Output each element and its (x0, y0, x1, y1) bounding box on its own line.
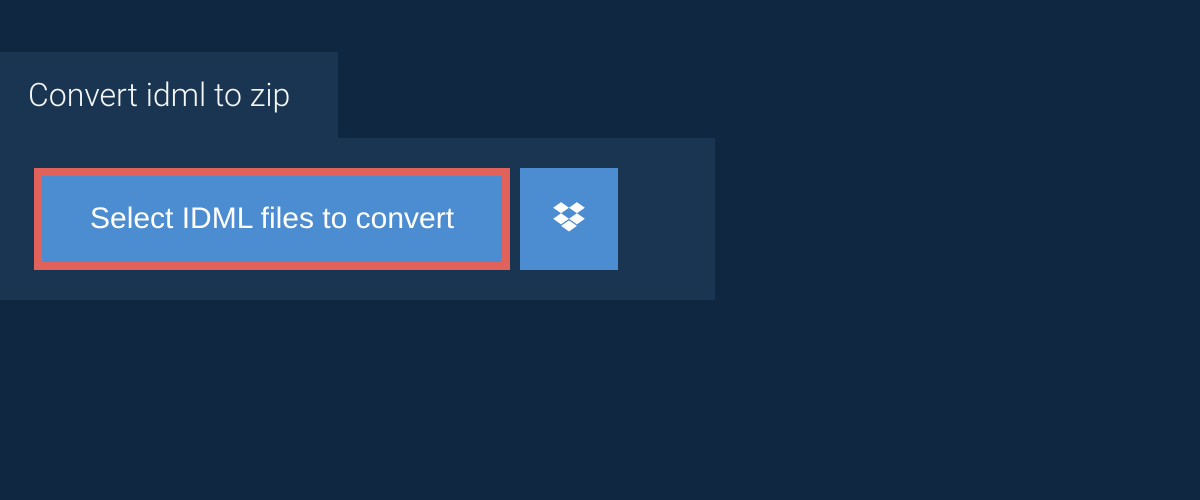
dropbox-icon (550, 199, 588, 240)
select-files-button[interactable]: Select IDML files to convert (42, 176, 502, 262)
header-tab: Convert idml to zip (0, 52, 338, 138)
select-button-highlight: Select IDML files to convert (34, 168, 510, 270)
dropbox-button[interactable] (520, 168, 618, 270)
page-title: Convert idml to zip (28, 76, 290, 114)
button-row: Select IDML files to convert (34, 168, 681, 270)
upload-panel: Select IDML files to convert (0, 138, 715, 300)
